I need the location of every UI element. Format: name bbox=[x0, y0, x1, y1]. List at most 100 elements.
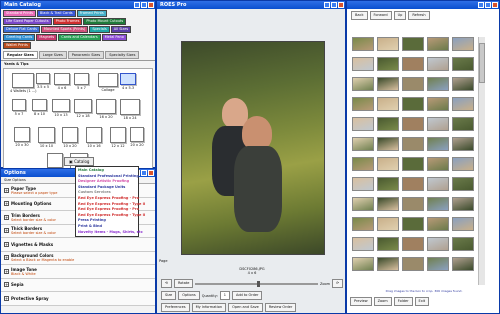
thumbnail[interactable] bbox=[426, 77, 450, 96]
thumbnail[interactable] bbox=[426, 257, 450, 276]
option-row[interactable]: + Vignettes & Masks bbox=[1, 238, 155, 252]
thumbnail[interactable] bbox=[426, 177, 450, 196]
maximize-button[interactable] bbox=[485, 2, 491, 8]
close-button[interactable] bbox=[492, 2, 498, 8]
thumbnail[interactable] bbox=[401, 177, 425, 196]
maximize-button[interactable] bbox=[141, 170, 147, 176]
thumbnail[interactable] bbox=[401, 77, 425, 96]
tab-large-sizes[interactable]: Large Sizes bbox=[38, 51, 67, 59]
expand-icon[interactable]: + bbox=[4, 228, 9, 234]
category-button[interactable]: Magnets bbox=[36, 34, 58, 41]
thumbnail[interactable] bbox=[351, 237, 375, 256]
category-button[interactable]: Cards and Calendars bbox=[58, 34, 101, 41]
tab-specialty-sizes[interactable]: Specialty Sizes bbox=[105, 51, 140, 59]
thumbnail[interactable] bbox=[451, 217, 475, 236]
thumbnail[interactable] bbox=[451, 117, 475, 136]
thumbnail[interactable] bbox=[351, 217, 375, 236]
folder-button[interactable]: Folder bbox=[393, 297, 413, 306]
thumbnail[interactable] bbox=[451, 197, 475, 216]
catalog-button[interactable]: ▣ Catalog bbox=[64, 157, 95, 166]
refresh-button[interactable]: Refresh bbox=[408, 11, 430, 20]
thumbnail[interactable] bbox=[451, 97, 475, 116]
up-button[interactable]: Up bbox=[393, 11, 407, 20]
print-size-item[interactable]: 4 x 5.3 bbox=[120, 73, 136, 90]
category-button[interactable]: Metal Pano bbox=[101, 34, 127, 41]
photo-preview[interactable] bbox=[181, 41, 325, 255]
catalog-menu-item[interactable]: Novelty Items - Mugs, Shirts, etc bbox=[78, 230, 143, 236]
thumbnail[interactable] bbox=[451, 177, 475, 196]
catalog-menu-item[interactable]: Red Eye Express Proofing - Pro bbox=[78, 196, 139, 202]
category-button[interactable]: Black & Trail Cards bbox=[36, 10, 76, 17]
my-information-button[interactable]: My Information bbox=[191, 303, 227, 312]
thumbnail[interactable] bbox=[401, 97, 425, 116]
print-size-item[interactable]: 3.5 x 5 bbox=[36, 73, 50, 89]
category-button[interactable]: Specials bbox=[89, 26, 110, 33]
thumbnail[interactable] bbox=[351, 117, 375, 136]
thumbnail[interactable] bbox=[351, 137, 375, 156]
thumbnail[interactable] bbox=[451, 77, 475, 96]
thumbnail[interactable] bbox=[376, 117, 400, 136]
category-button[interactable]: Life Sized Paper Cutouts bbox=[3, 18, 52, 25]
print-size-item[interactable]: 5 x 7 bbox=[74, 73, 89, 90]
thumbnail[interactable] bbox=[401, 157, 425, 176]
thumbnail[interactable] bbox=[401, 217, 425, 236]
expand-icon[interactable]: + bbox=[4, 214, 9, 220]
thumbnail[interactable] bbox=[401, 237, 425, 256]
tab-regular-sizes[interactable]: Regular Sizes bbox=[3, 51, 38, 59]
category-button[interactable]: Mounted Sports (Prints) bbox=[40, 26, 89, 33]
thumbnail[interactable] bbox=[401, 57, 425, 76]
minimize-button[interactable] bbox=[324, 2, 330, 8]
rotate-button[interactable]: Rotate bbox=[173, 279, 194, 288]
print-size-item[interactable]: 20 x 30 bbox=[14, 127, 30, 147]
thumbnail[interactable] bbox=[376, 257, 400, 276]
thumbnail[interactable] bbox=[351, 197, 375, 216]
thumbnail[interactable] bbox=[376, 197, 400, 216]
preview-button[interactable]: Preview bbox=[350, 297, 372, 306]
category-button[interactable]: Framed Prints bbox=[76, 10, 107, 17]
catalog-menu-item[interactable]: Designer Artistic Proofing bbox=[78, 179, 136, 185]
scrollbar-thumb[interactable] bbox=[479, 43, 485, 83]
thumbnail[interactable] bbox=[451, 57, 475, 76]
maximize-button[interactable] bbox=[141, 2, 147, 8]
thumbnail[interactable] bbox=[376, 217, 400, 236]
thumbnail-scrollbar[interactable] bbox=[478, 37, 485, 285]
thumbnail[interactable] bbox=[376, 57, 400, 76]
expand-icon[interactable]: + bbox=[4, 187, 9, 193]
main-catalog-titlebar[interactable]: Main Catalog bbox=[1, 1, 155, 9]
thumbnail[interactable] bbox=[351, 177, 375, 196]
thumbnail[interactable] bbox=[376, 137, 400, 156]
thumbnail[interactable] bbox=[426, 117, 450, 136]
thumbnail[interactable] bbox=[426, 157, 450, 176]
thumbnail[interactable] bbox=[351, 257, 375, 276]
thumbnail[interactable] bbox=[451, 257, 475, 276]
thumbnail[interactable] bbox=[451, 237, 475, 256]
expand-icon[interactable]: + bbox=[4, 295, 9, 301]
thumbnail[interactable] bbox=[426, 197, 450, 216]
category-button[interactable]: Greeting Cards bbox=[3, 34, 36, 41]
thumbnail[interactable] bbox=[426, 217, 450, 236]
rotate-right-button[interactable]: ⟳ bbox=[332, 279, 343, 288]
thumbnail[interactable] bbox=[426, 237, 450, 256]
thumbnail[interactable] bbox=[401, 137, 425, 156]
minimize-button[interactable] bbox=[134, 2, 140, 8]
thumbnail[interactable] bbox=[351, 37, 375, 56]
print-size-item[interactable]: 5 x 7 bbox=[12, 99, 26, 116]
size-button[interactable]: Size bbox=[161, 291, 177, 300]
category-button[interactable]: Photo Frames bbox=[52, 18, 83, 25]
tab-panoramic-sizes[interactable]: Panoramic Sizes bbox=[67, 51, 105, 59]
thumbnail[interactable] bbox=[401, 257, 425, 276]
back-button[interactable]: Back bbox=[351, 11, 368, 20]
forward-button[interactable]: Forward bbox=[369, 11, 392, 20]
viewer-titlebar[interactable]: ROES Pro bbox=[157, 1, 345, 9]
preferences-button[interactable]: Preferences bbox=[161, 303, 190, 312]
thumbnail[interactable] bbox=[426, 37, 450, 56]
expand-icon[interactable]: + bbox=[4, 201, 9, 207]
thumbnail[interactable] bbox=[451, 137, 475, 156]
print-size-item[interactable]: Collage bbox=[98, 73, 118, 92]
rotate-left-button[interactable]: ⟲ bbox=[161, 279, 172, 288]
expand-icon[interactable]: + bbox=[4, 255, 9, 261]
quantity-input[interactable]: 1 bbox=[219, 291, 230, 300]
close-button[interactable] bbox=[148, 170, 154, 176]
thumbnail[interactable] bbox=[376, 97, 400, 116]
option-row[interactable]: + Sepia bbox=[1, 278, 155, 292]
